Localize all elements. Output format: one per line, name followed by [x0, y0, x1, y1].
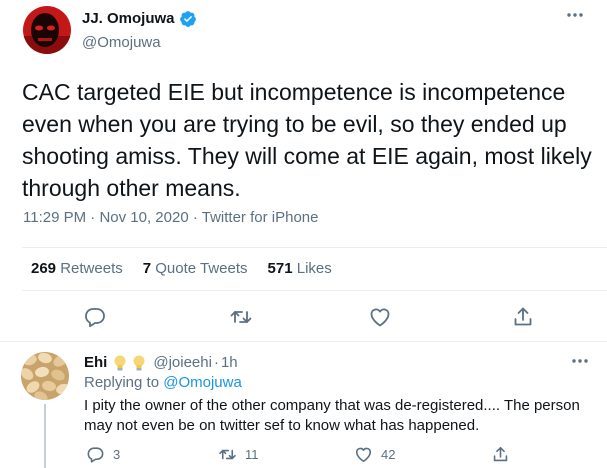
share-icon[interactable]: [511, 305, 535, 329]
retweets-stat[interactable]: 269 Retweets: [31, 259, 123, 279]
reply-share-button[interactable]: [491, 445, 518, 464]
divider: [0, 341, 607, 342]
tweet-meta: 11:29 PM · Nov 10, 2020 · Twitter for iP…: [23, 208, 318, 228]
thread-line: [44, 404, 46, 468]
engagement-stats: 269 Retweets 7 Quote Tweets 571 Likes: [31, 259, 352, 279]
reply-icon: [87, 447, 104, 463]
meta-separator: ·: [90, 209, 96, 226]
quotes-label: Quote Tweets: [155, 260, 248, 277]
replying-prefix: Replying to: [84, 374, 160, 391]
reply-time[interactable]: 1h: [221, 353, 238, 373]
reply-retweet-button[interactable]: 11: [218, 445, 259, 464]
retweet-icon[interactable]: [229, 305, 253, 329]
more-options-icon[interactable]: [571, 356, 589, 366]
reply-like-count: 42: [381, 447, 396, 462]
tweet-source[interactable]: Twitter for iPhone: [202, 209, 319, 226]
lightbulb-emoji-icon: [113, 355, 127, 372]
tweet-date[interactable]: Nov 10, 2020: [99, 209, 188, 226]
reply-icon[interactable]: [83, 305, 107, 329]
tweet-text: CAC targeted EIE but incompetence is inc…: [22, 79, 592, 201]
retweet-icon: [219, 449, 236, 460]
author-handle[interactable]: @Omojuwa: [82, 33, 161, 53]
quote-tweets-stat[interactable]: 7 Quote Tweets: [143, 259, 248, 279]
reply-author-avatar[interactable]: [21, 352, 69, 400]
reply-header: Ehi @joieehi · 1h: [84, 353, 238, 373]
reply-text: I pity the owner of the other company th…: [84, 397, 580, 434]
share-icon: [493, 446, 508, 462]
more-options-icon[interactable]: [566, 10, 584, 20]
replying-to: Replying to @Omojuwa: [84, 373, 242, 393]
likes-label: Likes: [296, 260, 332, 277]
tweet-time[interactable]: 11:29 PM: [23, 209, 86, 226]
divider: [22, 247, 607, 248]
heart-icon[interactable]: [368, 305, 392, 329]
reply-separator: ·: [213, 354, 219, 371]
meta-separator: ·: [192, 209, 198, 226]
reply-retweet-count: 11: [245, 447, 259, 462]
divider: [22, 290, 607, 291]
author-avatar[interactable]: [23, 6, 71, 54]
reply-reply-count: 3: [113, 447, 121, 462]
author-name[interactable]: JJ. Omojuwa: [82, 9, 175, 29]
lightbulb-emoji-icon: [132, 355, 146, 372]
likes-count: 571: [267, 260, 293, 277]
heart-icon: [355, 447, 372, 463]
reply-author-name[interactable]: Ehi: [84, 353, 107, 373]
retweets-count: 269: [31, 260, 57, 277]
likes-stat[interactable]: 571 Likes: [268, 259, 332, 279]
replying-to-link[interactable]: @Omojuwa: [163, 374, 242, 391]
reply-like-button[interactable]: 42: [354, 445, 395, 464]
quotes-count: 7: [142, 260, 152, 277]
verified-badge-icon: [179, 10, 197, 28]
author-name-row[interactable]: JJ. Omojuwa: [82, 9, 197, 29]
reply-author-handle[interactable]: @joieehi: [153, 353, 212, 373]
retweets-label: Retweets: [60, 260, 123, 277]
reply-reply-button[interactable]: 3: [86, 445, 120, 464]
